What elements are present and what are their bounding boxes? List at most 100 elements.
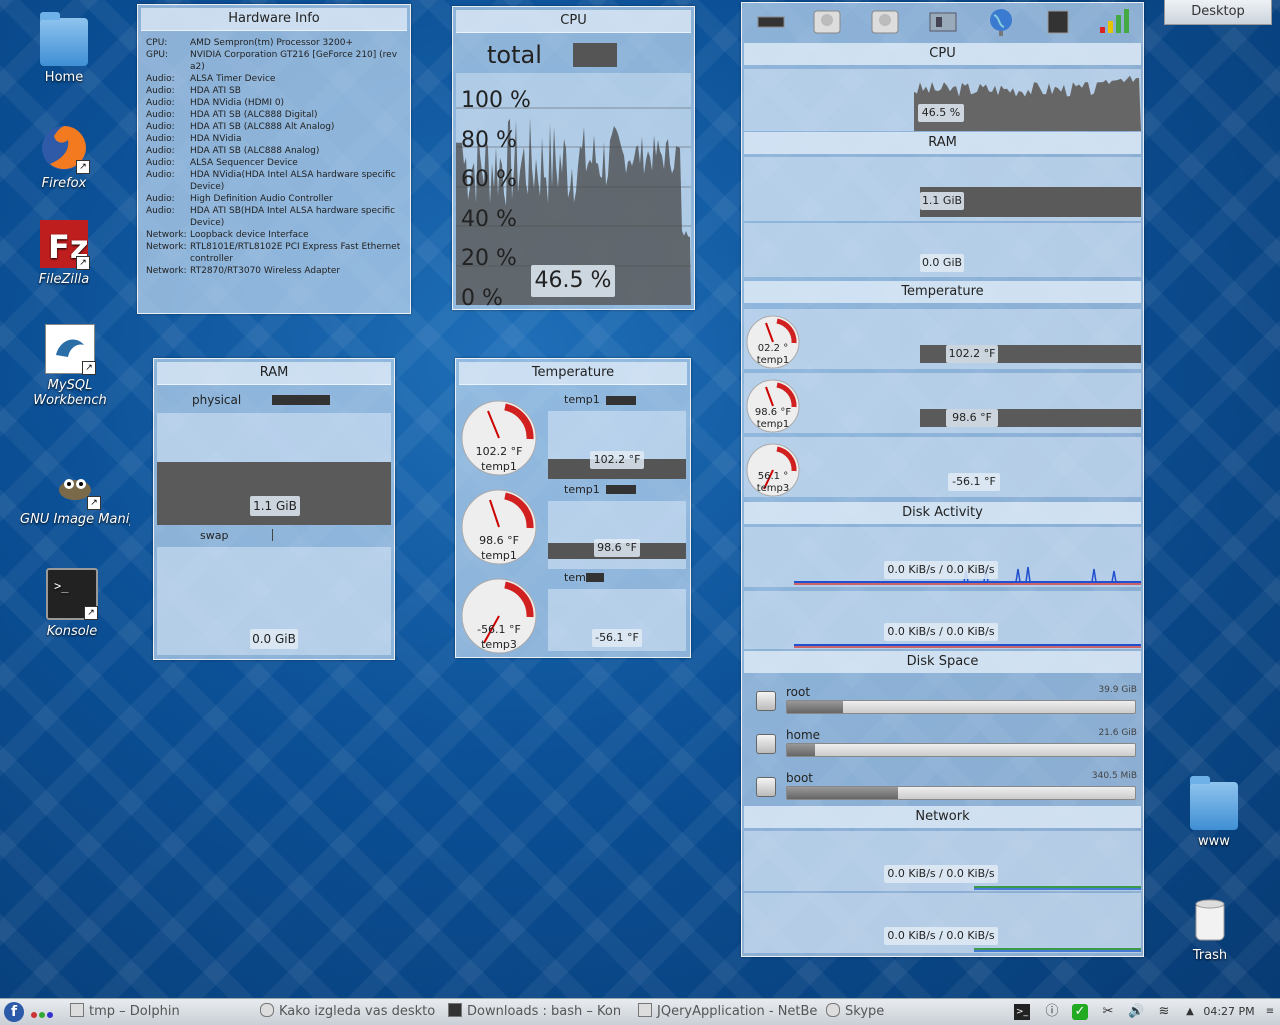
monitor-temp-gauge: 02.2 ° temp1: [746, 315, 800, 373]
task-dolphin[interactable]: tmp – Dolphin: [70, 1003, 250, 1021]
terminal-icon: [448, 1003, 462, 1017]
temp-plot-label: tem: [564, 571, 586, 584]
gauge-value: 102.2 °F: [475, 445, 523, 458]
hardware-info-value: HDA NVidia: [190, 134, 242, 144]
monitor-temp-plot: [744, 373, 1141, 433]
hardware-info-row: Audio: HDA NVidia: [146, 133, 402, 145]
disk-activity-value: 0.0 KiB/s / 0.0 KiB/s: [884, 623, 998, 641]
ram-physical-value: 1.1 GiB: [250, 496, 300, 516]
monitor-cpu-value: 46.5 %: [918, 104, 964, 122]
hardware-info-key: Audio:: [146, 134, 175, 144]
disk-size: 340.5 MiB: [1091, 771, 1137, 781]
hardware-info-row: Network: Loopback device Interface: [146, 229, 402, 241]
monitor-temp-value: 102.2 °F: [946, 345, 998, 363]
desktop-icon-label: GNU Image Manipulation P: [20, 512, 130, 527]
desktop-icon-filezilla[interactable]: Fz ↗ FileZilla: [14, 220, 114, 287]
gauge-name: temp1: [481, 549, 517, 562]
hardware-info-row: Network: RT2870/RT3070 Wireless Adapter: [146, 265, 402, 277]
hardware-info-key: CPU:: [146, 38, 168, 48]
network-value: 0.0 KiB/s / 0.0 KiB/s: [884, 865, 998, 883]
cpu-value-label: 46.5 %: [531, 265, 615, 297]
monitor-temp-plot: [744, 309, 1141, 369]
task-konsole[interactable]: Downloads : bash – Kon: [448, 1003, 632, 1021]
hardware-info-key: Audio:: [146, 170, 175, 180]
disk-name: home: [786, 728, 821, 742]
updates-ok-icon[interactable]: ✓: [1072, 1004, 1088, 1020]
skype-icon: [826, 1003, 840, 1017]
hardware-info-value: HDA ATI SB(HDA Intel ALSA hardware speci…: [190, 206, 396, 228]
desktop-icon-konsole[interactable]: >_ ↗ Konsole: [22, 568, 122, 639]
temp-plot-value: 102.2 °F: [590, 451, 644, 469]
desktop-icon-mysql-workbench[interactable]: ↗ MySQL Workbench: [20, 324, 120, 408]
wifi-icon[interactable]: ≋: [1156, 1004, 1172, 1020]
taskbar: f tmp – Dolphin Kako izgleda vas deskto …: [0, 998, 1280, 1025]
volume-icon[interactable]: 🔊: [1128, 1004, 1144, 1020]
desktop-icon-gimp[interactable]: ↗ GNU Image Manipulation P: [20, 460, 130, 527]
desktop-icon-home[interactable]: Home: [14, 12, 114, 85]
tray-expand-icon[interactable]: ▲: [1182, 1004, 1198, 1020]
monitor-temp-gauge: 56.1 ° temp3: [746, 443, 800, 501]
ram-physical-swatch: [272, 395, 330, 405]
cpu-applet-icon[interactable]: [756, 9, 786, 33]
disk-usage-bar: [786, 700, 1136, 714]
application-launcher-icon[interactable]: f: [4, 1002, 24, 1022]
hard-disk-icon: [756, 777, 776, 797]
desktop-icon-label: www: [1198, 834, 1230, 849]
task-netbeans[interactable]: JQeryApplication - NetBe: [638, 1003, 818, 1021]
panel-toolbox-icon[interactable]: ≡: [1262, 1004, 1278, 1020]
disk-size: 39.9 GiB: [1098, 685, 1137, 695]
cpu-tick: 20 %: [461, 246, 517, 271]
gimp-icon: ↗: [51, 460, 101, 510]
hardware-info-row: Audio: HDA ATI SB (ALC888 Digital): [146, 109, 402, 121]
terminal-icon: >_ ↗: [46, 568, 98, 620]
cpu-tick: 80 %: [461, 127, 517, 153]
hard-disk-icon[interactable]: [812, 7, 842, 35]
hardware-info-row: Network: RTL8101E/RTL8102E PCI Express Fa…: [146, 241, 402, 265]
hard-disk-icon[interactable]: [870, 7, 900, 35]
disk-name: root: [786, 685, 811, 699]
monitor-temp-plot: [744, 437, 1141, 497]
desktop-icon-trash[interactable]: Trash: [1160, 896, 1260, 963]
gauge-name: temp1: [481, 460, 517, 473]
clock[interactable]: 04:27 PM: [1198, 1003, 1260, 1021]
cpu-legend-label: total: [487, 41, 542, 69]
disk-usage-bar: [786, 743, 1136, 757]
hardware-info-row: Audio: HDA ATI SB (ALC888 Analog): [146, 145, 402, 157]
task-browser[interactable]: Kako izgleda vas deskto: [260, 1003, 440, 1021]
gauge-value: 98.6 °F: [479, 534, 519, 547]
klipper-icon[interactable]: ⓘ: [1044, 1004, 1060, 1020]
disk-usage-fill: [787, 787, 899, 799]
desktop-icon-www[interactable]: www: [1164, 776, 1264, 849]
temp-plot-swatch: [606, 396, 636, 405]
disk-size: 21.6 GiB: [1098, 728, 1137, 738]
monitor-temp-title: Temperature: [744, 281, 1141, 303]
task-skype[interactable]: Skype: [826, 1003, 946, 1021]
memory-chip-icon[interactable]: [1044, 7, 1072, 35]
temperature-gauge: 102.2 °F temp1: [460, 399, 538, 481]
activity-dots-icon[interactable]: [30, 1008, 53, 1018]
monitor-gauge-value: 02.2 °: [757, 343, 789, 354]
monitor-gauge-name: temp3: [756, 483, 790, 494]
filezilla-icon: Fz ↗: [40, 220, 90, 270]
desktop-icon-firefox[interactable]: ↗ Firefox: [14, 124, 114, 191]
desktop-toolbox-button[interactable]: Desktop: [1164, 0, 1272, 25]
signal-bars-icon[interactable]: [1098, 9, 1132, 35]
scissors-icon[interactable]: ✂: [1100, 1004, 1116, 1020]
temperature-widget: Temperature 102.2 °F temp1 98.6 °F temp1…: [455, 358, 691, 658]
system-monitor-widget: CPU 46.5 % RAM 1.1 GiB 0.0 GiB Temperatu…: [741, 2, 1144, 957]
temperature-gauge: 98.6 °F temp1: [460, 488, 538, 570]
hardware-sensors-icon[interactable]: [926, 7, 960, 35]
konsole-tray-icon[interactable]: >_: [1014, 1004, 1030, 1020]
hardware-info-row: Audio: HDA ATI SB (ALC888 Alt Analog): [146, 121, 402, 133]
monitor-disk-activity-title: Disk Activity: [744, 502, 1141, 524]
folder-icon: [70, 1003, 84, 1017]
monitor-ram-title: RAM: [744, 132, 1141, 154]
desktop-icon-label: MySQL Workbench: [33, 378, 107, 408]
network-globe-icon[interactable]: [986, 7, 1016, 37]
hardware-info-value: HDA NVidia(HDA Intel ALSA hardware speci…: [190, 170, 396, 192]
hardware-info-key: Audio:: [146, 158, 175, 168]
cpu-widget-title: CPU: [456, 10, 691, 33]
temperature-gauge: -56.1 °F temp3: [460, 577, 538, 659]
hardware-info-key: Audio:: [146, 122, 175, 132]
hardware-info-list: CPU: AMD Sempron(tm) Processor 3200+ GPU: N…: [138, 31, 410, 283]
